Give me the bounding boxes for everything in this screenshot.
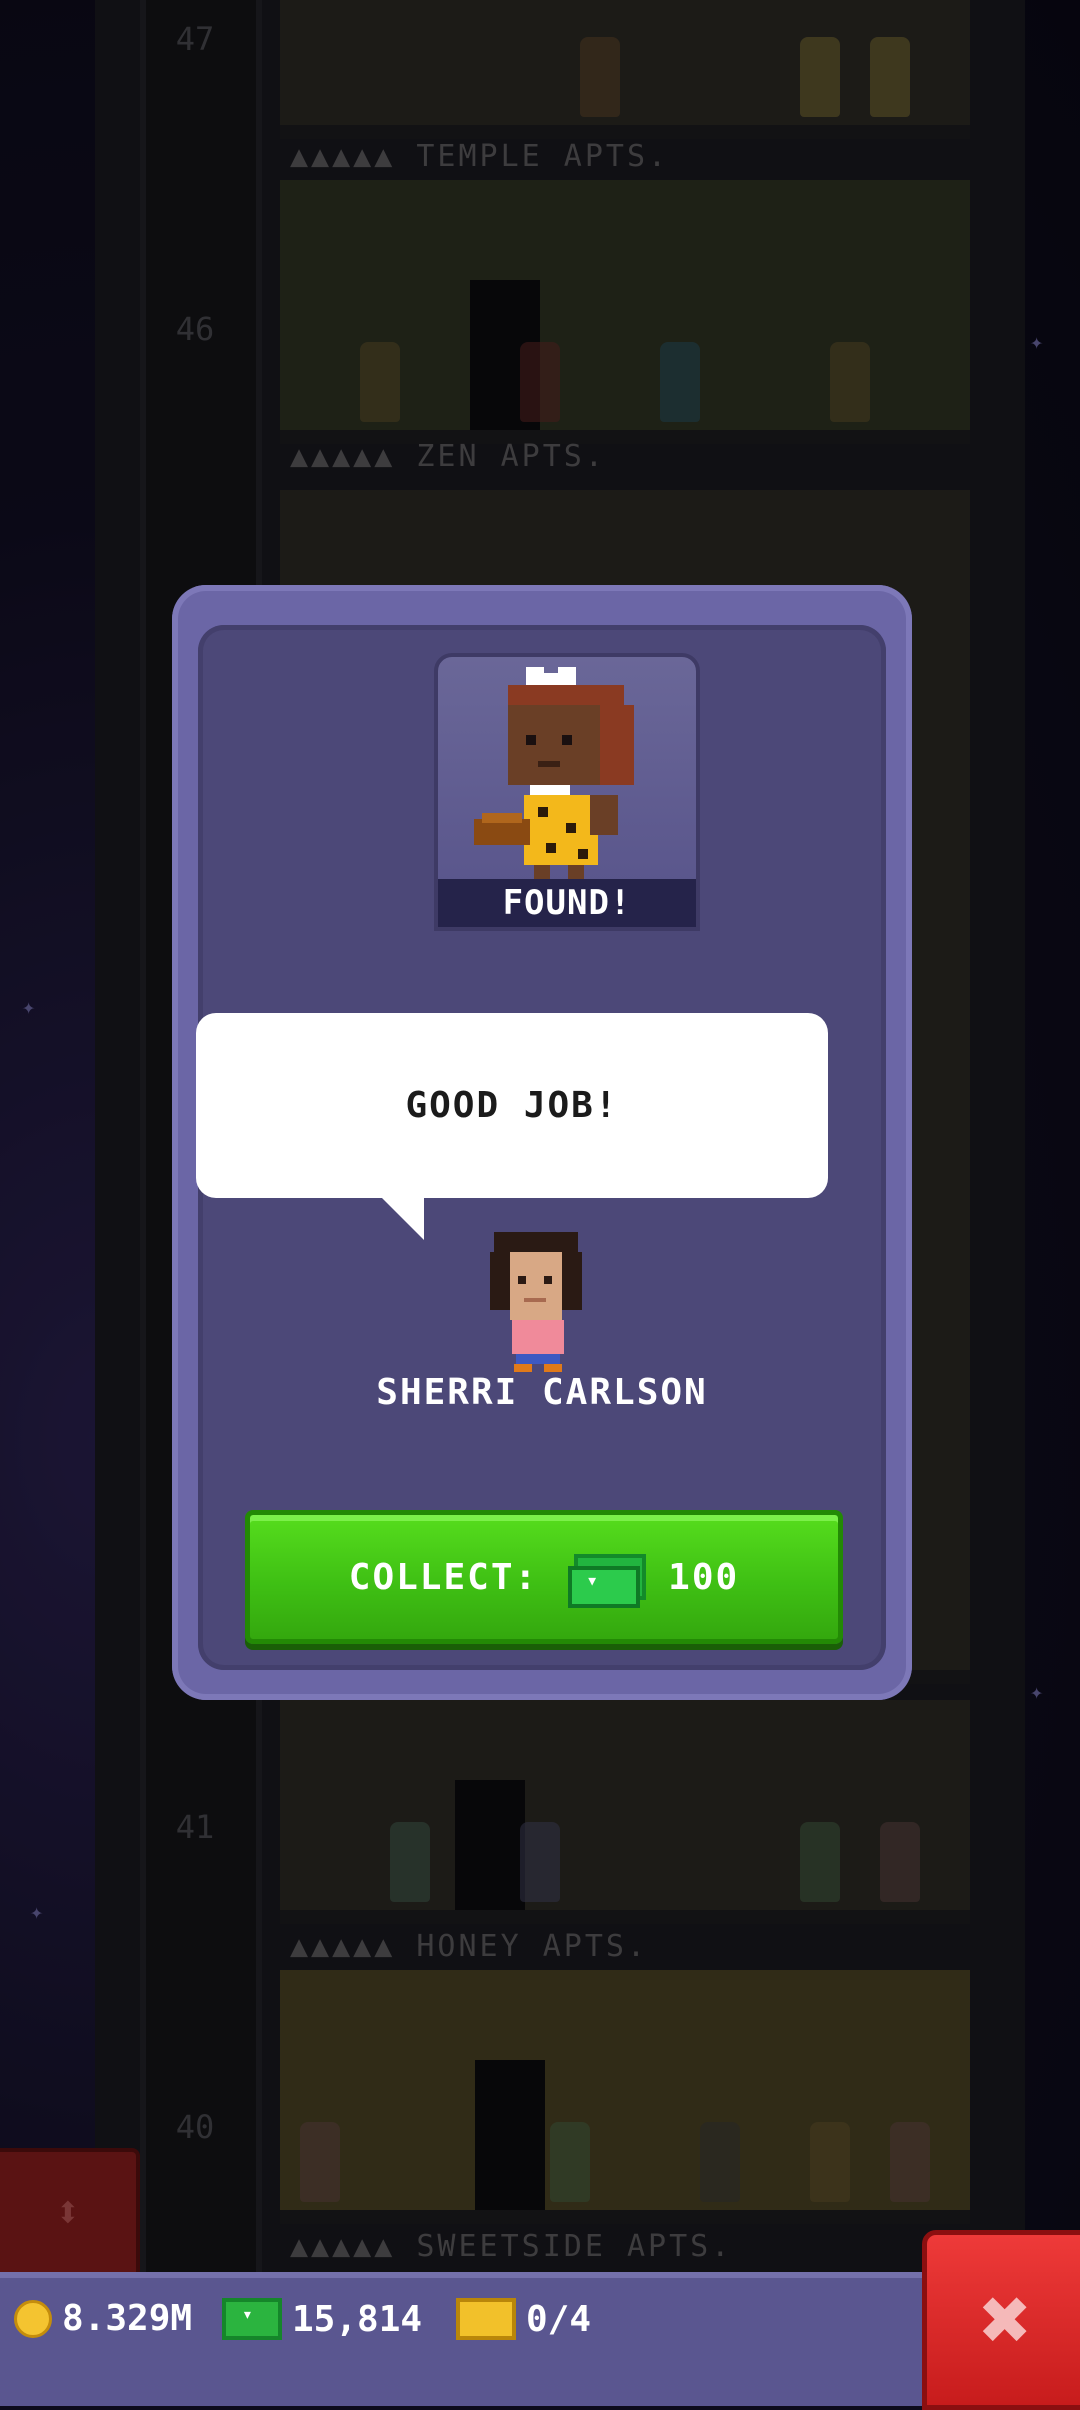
coins-stat[interactable]: 8.329M — [14, 2298, 192, 2339]
bottom-status-bar: 8.329M 15,814 0/4 — [0, 2272, 1080, 2406]
found-character-portrait: FOUND! — [434, 653, 700, 931]
tickets-value: 0/4 — [526, 2298, 592, 2340]
ticket-icon — [456, 2298, 516, 2340]
coins-value: 8.329M — [62, 2298, 193, 2339]
speech-bubble: GOOD JOB! — [196, 1013, 828, 1198]
bux-icon — [222, 2298, 282, 2340]
close-icon: ✖ — [980, 2270, 1032, 2370]
collect-button[interactable]: COLLECT: 100 — [245, 1510, 843, 1644]
bux-icon — [568, 1554, 647, 1608]
npc-avatar — [490, 1232, 582, 1372]
collect-amount: 100 — [668, 1556, 740, 1598]
elevator-icon: ⬍ — [54, 2186, 82, 2238]
npc-name: SHERRI CARLSON — [376, 1372, 708, 1413]
coin-icon — [14, 2299, 52, 2338]
speech-bubble-tail — [380, 1196, 424, 1240]
bux-value: 15,814 — [292, 2298, 423, 2340]
elevator-button[interactable]: ⬍ — [0, 2148, 140, 2276]
close-button[interactable]: ✖ — [922, 2230, 1080, 2410]
tickets-stat[interactable]: 0/4 — [456, 2298, 591, 2340]
collect-label: COLLECT: — [348, 1556, 539, 1598]
speech-text: GOOD JOB! — [405, 1085, 619, 1126]
found-label: FOUND! — [438, 879, 696, 927]
bux-stat[interactable]: 15,814 — [222, 2298, 422, 2340]
bitizen-sprite-icon — [474, 667, 634, 879]
